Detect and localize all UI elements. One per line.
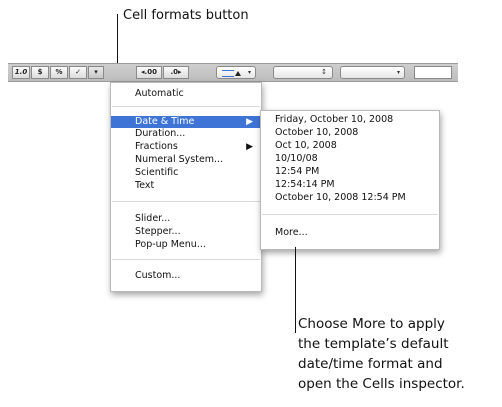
menu-item-popup-menu[interactable]: Pop-up Menu... <box>111 239 261 251</box>
border-color-dropdown[interactable]: ▾ <box>340 66 405 79</box>
callout-line-text: date/time format and <box>298 356 443 372</box>
menu-item-label: Date & Time <box>135 116 195 127</box>
stepper-arrows-icon: ↕ <box>321 68 327 76</box>
menu-divider <box>112 259 260 260</box>
menu-divider <box>112 106 260 107</box>
menu-divider <box>112 201 260 202</box>
menu-item-numeral-system[interactable]: Numeral System... <box>111 154 261 166</box>
callout-line-bottom <box>295 247 296 333</box>
color-well[interactable] <box>414 66 452 79</box>
menu-item-stepper[interactable]: Stepper... <box>111 226 261 238</box>
callout-cell-formats: Cell formats button <box>123 8 249 23</box>
menu-item-date-time[interactable]: Date & Time ▶ <box>111 116 261 128</box>
callout-more-explanation: Choose More to apply the template’s defa… <box>298 314 465 394</box>
menu-item-text[interactable]: Text <box>111 180 261 192</box>
submenu-item-long-time[interactable]: 12:54:14 PM <box>261 179 439 191</box>
percentage-format-button[interactable]: % <box>50 66 68 79</box>
menu-item-fractions[interactable]: Fractions ▶ <box>111 141 261 153</box>
chevron-down-icon: ▾ <box>396 69 400 76</box>
border-width-stepper[interactable]: ↕ <box>273 66 333 79</box>
menu-item-duration[interactable]: Duration... <box>111 128 261 140</box>
submenu-arrow-icon: ▶ <box>246 142 253 152</box>
submenu-item-short-time[interactable]: 12:54 PM <box>261 166 439 178</box>
cell-formats-menu: Automatic Date & Time ▶ Duration... Frac… <box>110 82 262 292</box>
menu-item-label: Fractions <box>135 141 178 152</box>
menu-item-scientific[interactable]: Scientific <box>111 167 261 179</box>
border-style-dropdown[interactable]: ▾ <box>216 66 256 79</box>
border-style-icon <box>222 70 234 77</box>
cursor-icon <box>235 71 241 76</box>
date-time-submenu: Friday, October 10, 2008 October 10, 200… <box>260 110 440 250</box>
submenu-arrow-icon: ▶ <box>246 117 253 127</box>
chevron-down-icon: ▾ <box>247 69 251 76</box>
callout-line-text: the template’s default <box>298 336 449 352</box>
decrease-decimals-button[interactable]: ◂.00 <box>136 66 162 79</box>
cell-formats-button[interactable]: ▾ <box>88 66 104 79</box>
submenu-item-medium-date[interactable]: Oct 10, 2008 <box>261 140 439 152</box>
submenu-item-date-time[interactable]: October 10, 2008 12:54 PM <box>261 192 439 204</box>
number-format-button[interactable]: 1.0 <box>12 66 30 79</box>
menu-divider <box>262 214 438 215</box>
submenu-item-long-date[interactable]: October 10, 2008 <box>261 127 439 139</box>
submenu-item-full-date[interactable]: Friday, October 10, 2008 <box>261 114 439 126</box>
submenu-item-more[interactable]: More... <box>261 227 439 239</box>
callout-line-top <box>117 14 118 66</box>
increase-decimals-button[interactable]: .0▸ <box>163 66 189 79</box>
currency-format-button[interactable]: $ <box>31 66 49 79</box>
format-toolbar: 1.0 $ % ✓ ▾ ◂.00 .0▸ ▾ ↕ ▾ <box>8 63 458 82</box>
menu-item-custom[interactable]: Custom... <box>111 270 261 282</box>
submenu-item-short-date[interactable]: 10/10/08 <box>261 153 439 165</box>
menu-item-automatic[interactable]: Automatic <box>111 88 261 100</box>
menu-item-slider[interactable]: Slider... <box>111 213 261 225</box>
callout-line-text: open the Cells inspector. <box>298 376 465 392</box>
callout-line-text: Choose More to apply <box>298 316 445 332</box>
checkbox-format-button[interactable]: ✓ <box>69 66 87 79</box>
